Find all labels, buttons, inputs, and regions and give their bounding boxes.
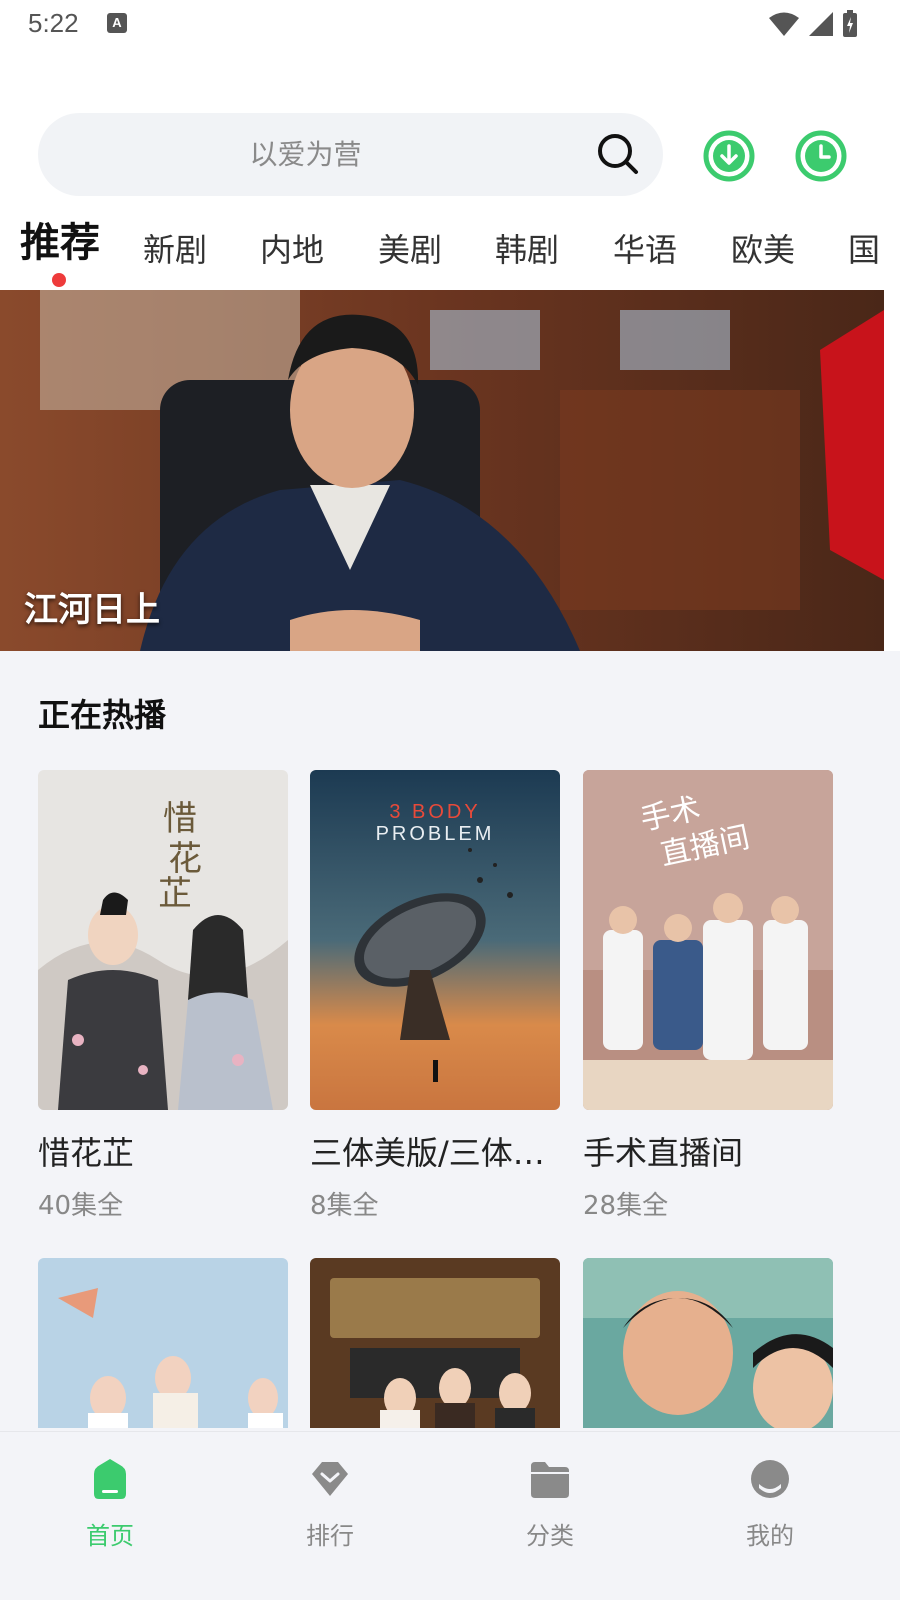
nav-home[interactable]: 首页 [50,1432,170,1600]
poster-3-body-problem[interactable]: 3 BODY PROBLEM [310,770,560,1110]
bottom-navigation: 首页 排行 分类 我的 [0,1431,900,1600]
search-icon[interactable] [597,133,639,175]
section-title: 正在热播 [38,696,167,734]
ranking-icon [312,1462,348,1496]
home-icon [94,1459,126,1499]
folder-icon [531,1462,569,1498]
poster-row2-1[interactable] [38,1258,288,1428]
card-episodes: 28集全 [583,1191,669,1221]
tab-national[interactable]: 国 [848,222,880,282]
poster-image [583,1258,833,1428]
poster-image: 惜 花 芷 [38,770,288,1110]
nav-ranking[interactable]: 排行 [270,1432,390,1600]
nav-profile[interactable]: 我的 [710,1432,830,1600]
history-clock-icon[interactable] [795,130,847,182]
poster-row2-2[interactable] [310,1258,560,1428]
tab-chinese[interactable]: 华语 [613,222,677,282]
card-episodes: 8集全 [310,1191,379,1221]
poster-image [38,1258,288,1428]
svg-text:芷: 芷 [158,874,192,914]
poster-xihuazhi[interactable]: 惜 花 芷 [38,770,288,1110]
nav-label: 分类 [526,1522,574,1550]
nav-label: 我的 [746,1522,794,1550]
status-icons [768,10,858,38]
tab-new-drama[interactable]: 新剧 [143,222,207,282]
search-placeholder: 以爱为营 [249,138,362,171]
svg-text:PROBLEM: PROBLEM [376,823,495,845]
status-bar: 5:22 A [0,0,900,48]
nav-category[interactable]: 分类 [490,1432,610,1600]
svg-text:花: 花 [168,839,202,879]
tab-recommend[interactable]: 推荐 [20,216,100,276]
tab-western[interactable]: 欧美 [731,222,795,282]
battery-icon [843,10,857,37]
banner-title: 江河日上 [24,590,160,630]
tab-k-drama[interactable]: 韩剧 [495,222,559,282]
wifi-icon [769,12,799,36]
nav-label: 首页 [86,1522,134,1550]
profile-icon [751,1460,789,1498]
card-episodes: 40集全 [38,1191,124,1221]
category-tabs: 推荐 新剧 内地 美剧 韩剧 华语 欧美 国 [0,216,900,288]
poster-row2-3[interactable] [583,1258,833,1428]
poster-live-surgery-room[interactable]: 手术 直播间 [583,770,833,1110]
svg-text:惜: 惜 [163,799,197,839]
card-title: 三体美版/三体… [310,1134,545,1172]
notification-icon: A [107,13,127,33]
poster-image: 手术 直播间 [583,770,833,1110]
poster-image [310,1258,560,1428]
card-title: 惜花芷 [38,1134,135,1172]
status-time: 5:22 [28,8,79,38]
tab-mainland[interactable]: 内地 [260,222,324,282]
download-icon[interactable] [703,130,755,182]
signal-icon [809,12,833,36]
card-title: 手术直播间 [583,1134,744,1172]
nav-label: 排行 [306,1522,354,1550]
active-tab-indicator [52,273,66,287]
search-bar[interactable]: 以爱为营 [38,113,663,196]
svg-text:3 BODY: 3 BODY [389,801,480,823]
poster-image: 3 BODY PROBLEM [310,770,560,1110]
tab-us-drama[interactable]: 美剧 [378,222,442,282]
